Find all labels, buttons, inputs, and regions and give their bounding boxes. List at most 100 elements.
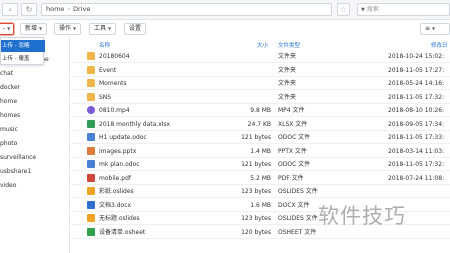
file-modified-date: 2018-11-05 17:32: xyxy=(388,161,445,168)
file-type: PDF 文件 xyxy=(278,174,304,182)
file-modified-date: 2018-10-24 15:02: xyxy=(388,53,445,60)
file-modified-date: 2018-07-24 11:08: xyxy=(388,174,445,182)
file-row[interactable]: images.pptx 1.4 MB PPTX 文件 2018-03-14 11:03… xyxy=(71,145,450,158)
view-mode-button[interactable]: ≡ ▼ xyxy=(420,23,450,35)
column-header-name[interactable]: 名称 xyxy=(99,41,110,49)
sidebar-item-docker[interactable]: docker xyxy=(0,81,20,95)
folder-icon xyxy=(87,65,95,74)
sidebar-item-chat[interactable]: chat xyxy=(0,67,13,81)
back-button[interactable]: ‹ xyxy=(2,3,18,16)
file-row[interactable]: H1 update.odoc 121 bytes ODOC 文件 2018-11-05… xyxy=(71,131,450,144)
column-header-date[interactable]: 修改日 xyxy=(431,41,448,49)
file-modified-date: 2018-11-05 17:32: xyxy=(388,93,445,101)
file-size xyxy=(231,64,271,77)
upload-button[interactable]: - ▼ xyxy=(0,23,14,35)
file-name: SNS xyxy=(99,93,112,101)
favorite-button[interactable]: ☆ xyxy=(337,3,350,16)
file-size xyxy=(231,77,271,90)
new-button[interactable]: 新增 ▼ xyxy=(20,23,48,35)
file-name: Moments xyxy=(99,80,127,87)
file-size: 123 bytes xyxy=(241,215,271,222)
sidebar-item-video[interactable]: video xyxy=(0,179,16,193)
sidebar-item-homes[interactable]: homes xyxy=(0,109,20,123)
action-button-label: 操作 xyxy=(59,25,72,32)
file-type: ODOC 文件 xyxy=(278,134,311,141)
file-size xyxy=(231,50,271,63)
search-placeholder: 搜索 xyxy=(366,6,379,13)
star-icon: ☆ xyxy=(339,5,348,14)
path-separator-icon: › xyxy=(67,5,71,13)
file-row[interactable]: Moments 文件夹 2018-05-24 14:16: xyxy=(71,77,450,90)
file-name: 文档3.docx xyxy=(99,201,132,209)
settings-button-label: 设置 xyxy=(129,25,142,32)
file-row[interactable]: 0810.mp4 9.8 MB MP4 文件 2018-08-10 10:26: xyxy=(71,104,450,117)
tools-button[interactable]: 工具 ▼ xyxy=(89,23,117,35)
column-header-size[interactable]: 大小 xyxy=(257,41,268,49)
chevron-down-icon: ▼ xyxy=(7,26,11,31)
path-bar[interactable]: home › Drive xyxy=(41,3,332,16)
sidebar: rBusine chat docker home homes music pho… xyxy=(0,37,70,253)
sidebar-item-photo[interactable]: photo xyxy=(0,137,17,151)
file-modified-date: 2018-03-14 11:03: xyxy=(388,147,445,155)
file-name: 无标题.oslides xyxy=(99,215,140,222)
list-view-icon: ≡ xyxy=(425,25,431,32)
file-modified-date: 2018-11-05 17:27: xyxy=(388,66,445,74)
slides-file-icon xyxy=(87,187,95,195)
file-size: 1.4 MB xyxy=(250,147,271,155)
sidebar-item-music[interactable]: music xyxy=(0,123,18,137)
sidebar-item-home[interactable]: home xyxy=(0,95,17,109)
file-type: 文件夹 xyxy=(278,66,297,74)
address-bar: ‹ ↻ home › Drive ☆ ▼ 搜索 xyxy=(0,0,450,20)
file-type: PPTX 文件 xyxy=(278,147,307,155)
watermark-text: 软件技巧 xyxy=(318,204,406,228)
file-name: H1 update.odoc xyxy=(99,134,147,141)
video-file-icon xyxy=(87,106,95,114)
file-type: 文件夹 xyxy=(278,93,297,101)
file-size: 121 bytes xyxy=(241,161,271,168)
file-row[interactable]: mobile.pdf 5.2 MB PDF 文件 2018-07-24 11:08: xyxy=(71,172,450,185)
refresh-button[interactable]: ↻ xyxy=(21,3,37,16)
file-row[interactable]: SNS 文件夹 2018-11-05 17:32: xyxy=(71,91,450,104)
file-size: 5.2 MB xyxy=(250,174,271,182)
menu-item-upload-skip[interactable]: 上传 - 忽略 xyxy=(1,40,45,52)
folder-icon xyxy=(87,79,95,87)
file-row[interactable]: mk plan.odoc 121 bytes ODOC 文件 2018-11-05 1… xyxy=(71,158,450,171)
file-modified-date xyxy=(388,185,450,198)
presentation-file-icon xyxy=(87,146,95,155)
search-filter-icon[interactable]: ▼ xyxy=(361,7,365,13)
settings-button[interactable]: 设置 xyxy=(124,23,147,35)
sidebar-item-surveillance[interactable]: surveillance xyxy=(0,151,36,165)
file-row[interactable]: 20180604 文件夹 2018-10-24 15:02: xyxy=(71,50,450,63)
file-row[interactable]: Event 文件夹 2018-11-05 17:27: xyxy=(71,64,450,77)
column-header-type[interactable]: 文件类型 xyxy=(278,41,300,49)
file-type: 文件夹 xyxy=(278,80,297,87)
new-button-label: 新增 xyxy=(25,25,38,32)
file-modified-date: 2018-09-05 17:34: xyxy=(388,120,445,128)
word-file-icon xyxy=(87,200,95,209)
path-segment-drive[interactable]: Drive xyxy=(73,5,90,13)
file-size: 121 bytes xyxy=(241,134,271,141)
document-file-icon xyxy=(87,160,95,168)
file-type: 文件夹 xyxy=(278,53,297,60)
toolbar: - ▼ 新增 ▼ 操作 ▼ 工具 ▼ 设置 ≡ ▼ xyxy=(0,21,450,37)
file-row[interactable]: 2018 monthly data.xlsx 24.7 KB XLSX 文件 2018… xyxy=(71,118,450,131)
action-button[interactable]: 操作 ▼ xyxy=(54,23,82,35)
file-name: 0810.mp4 xyxy=(99,107,130,114)
file-name: Event xyxy=(99,66,117,74)
file-name: mk plan.odoc xyxy=(99,161,140,168)
file-name: mobile.pdf xyxy=(99,174,131,182)
file-row[interactable]: 彩纸.oslides 123 bytes OSLIDES 文件 xyxy=(71,185,450,198)
file-size: 123 bytes xyxy=(241,188,271,195)
search-input[interactable]: ▼ 搜索 xyxy=(357,3,450,16)
file-size: 24.7 KB xyxy=(247,120,271,128)
path-segment-home[interactable]: home xyxy=(46,5,64,13)
file-type: ODOC 文件 xyxy=(278,161,311,168)
folder-icon xyxy=(87,92,95,101)
file-type: OSLIDES 文件 xyxy=(278,188,318,195)
folder-icon xyxy=(87,52,95,60)
sidebar-item-usbshare1[interactable]: usbshare1 xyxy=(0,165,31,179)
file-modified-date: 2018-11-05 17:33: xyxy=(388,134,445,141)
file-name: 20180604 xyxy=(99,53,130,60)
file-modified-date: 2018-05-24 14:16: xyxy=(388,80,445,87)
menu-item-upload-overwrite[interactable]: 上传 - 覆盖 xyxy=(1,53,45,65)
